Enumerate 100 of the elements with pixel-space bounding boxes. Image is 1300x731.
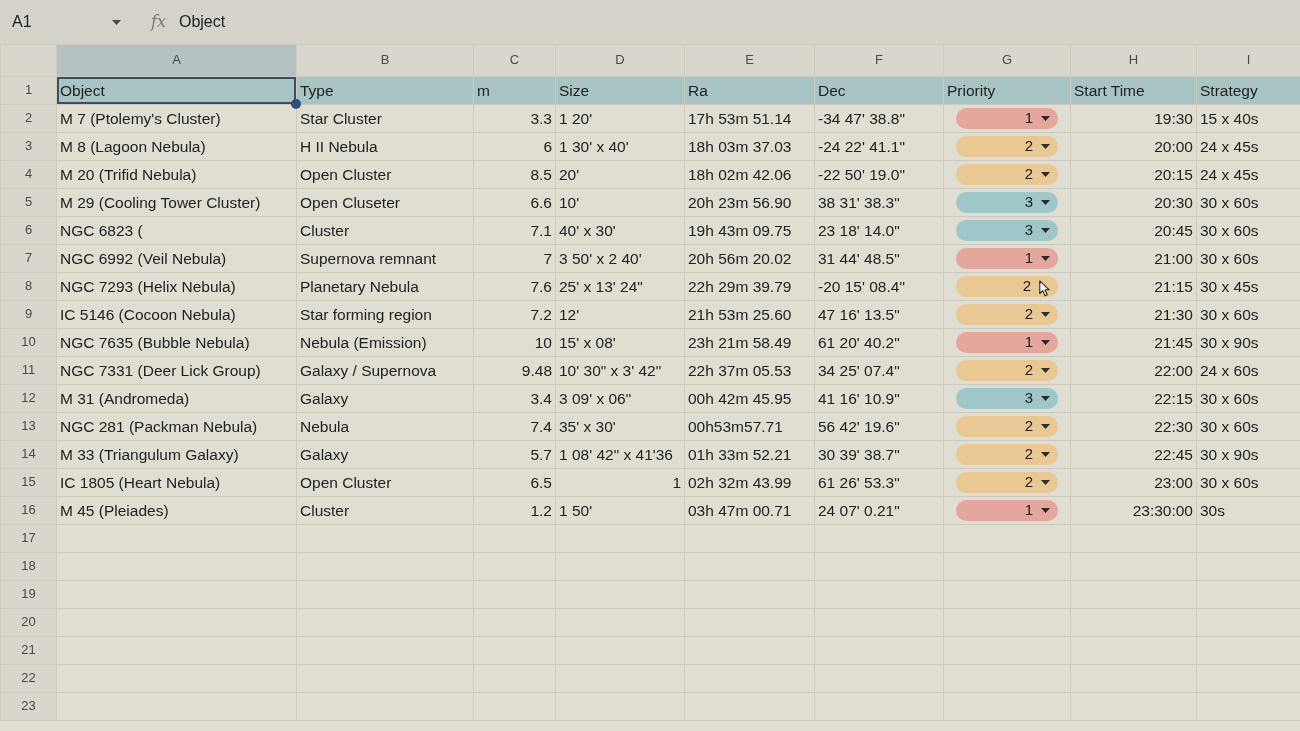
table-cell: 3.3 [473,104,556,133]
table-cell: -20 15' 08.4" [814,272,944,301]
row-number[interactable]: 14 [0,440,57,469]
caret-icon[interactable] [112,19,121,25]
name-box[interactable]: A1 [12,10,32,34]
priority-dropdown[interactable]: 1 [956,332,1058,353]
table-cell: 31 44' 48.5" [814,244,944,273]
table-cell: -24 22' 41.1" [814,132,944,161]
column-header[interactable]: F [814,44,944,77]
row-number[interactable]: 10 [0,328,57,357]
row-number[interactable]: 7 [0,244,57,273]
row-number[interactable]: 6 [0,216,57,245]
table-cell: 21:45 [1070,328,1197,357]
table-cell: M 20 (Trifid Nebula) [56,160,297,189]
priority-dropdown[interactable]: 2 [956,136,1058,157]
table-cell: 20:00 [1070,132,1197,161]
row-number[interactable]: 22 [0,664,57,693]
priority-dropdown[interactable]: 2 [956,304,1058,325]
table-cell: 02h 32m 43.99 [684,468,815,497]
row-number[interactable]: 8 [0,272,57,301]
fill-handle-icon[interactable] [291,99,301,109]
table-cell: -34 47' 38.8" [814,104,944,133]
row-number[interactable]: 9 [0,300,57,329]
priority-dropdown[interactable]: 1 [956,500,1058,521]
column-header[interactable]: E [684,44,815,77]
column-header[interactable]: I [1196,44,1300,77]
priority-dropdown[interactable]: 2 [956,276,1058,297]
table-cell: 21:00 [1070,244,1197,273]
table-cell: NGC 7635 (Bubble Nebula) [56,328,297,357]
priority-dropdown[interactable]: 2 [956,360,1058,381]
priority-dropdown[interactable]: 3 [956,192,1058,213]
column-header[interactable]: A [56,44,297,77]
table-cell: Strategy [1196,76,1300,105]
priority-dropdown[interactable]: 1 [956,108,1058,129]
table-cell: 21:15 [1070,272,1197,301]
table-cell: 1 08' 42" x 41'36 [555,440,685,469]
table-cell: Priority [943,76,1071,105]
row-number[interactable]: 23 [0,692,57,721]
table-cell: 1 [555,468,685,497]
table-cell: 7 [473,244,556,273]
table-cell: 20:15 [1070,160,1197,189]
table-cell: 22h 29m 39.79 [684,272,815,301]
column-header[interactable]: D [555,44,685,77]
table-cell: IC 5146 (Cocoon Nebula) [56,300,297,329]
column-header[interactable]: B [296,44,474,77]
table-cell: 21h 53m 25.60 [684,300,815,329]
row-number[interactable]: 1 [0,76,57,105]
table-cell: 7.4 [473,412,556,441]
table-cell: 34 25' 07.4" [814,356,944,385]
row-number[interactable]: 13 [0,412,57,441]
table-cell: Nebula (Emission) [296,328,474,357]
table-cell: 19h 43m 09.75 [684,216,815,245]
row-number[interactable]: 19 [0,580,57,609]
table-cell: Size [555,76,685,105]
row-number[interactable]: 5 [0,188,57,217]
table-cell: 23 18' 14.0" [814,216,944,245]
priority-dropdown[interactable]: 3 [956,388,1058,409]
table-cell: 40' x 30' [555,216,685,245]
table-cell: 19:30 [1070,104,1197,133]
row-number[interactable]: 20 [0,608,57,637]
row-number[interactable]: 18 [0,552,57,581]
column-header[interactable]: H [1070,44,1197,77]
table-cell: IC 1805 (Heart Nebula) [56,468,297,497]
table-cell: 7.2 [473,300,556,329]
table-cell: 20:45 [1070,216,1197,245]
table-cell: H II Nebula [296,132,474,161]
row-number[interactable]: 15 [0,468,57,497]
function-symbol: fx [151,11,166,33]
table-cell: Galaxy [296,384,474,413]
column-header[interactable]: G [943,44,1071,77]
table-cell: 47 16' 13.5" [814,300,944,329]
table-cell: 22:00 [1070,356,1197,385]
row-number[interactable]: 2 [0,104,57,133]
priority-dropdown[interactable]: 2 [956,444,1058,465]
table-cell: 6.5 [473,468,556,497]
table-cell: 00h 42m 45.95 [684,384,815,413]
table-cell: 22:45 [1070,440,1197,469]
formula-input[interactable]: Object [178,10,226,34]
table-cell: 18h 02m 42.06 [684,160,815,189]
priority-dropdown[interactable]: 1 [956,248,1058,269]
row-number[interactable]: 4 [0,160,57,189]
table-cell: 12' [555,300,685,329]
priority-dropdown[interactable]: 2 [956,164,1058,185]
column-header[interactable]: C [473,44,556,77]
row-number[interactable]: 11 [0,356,57,385]
priority-dropdown[interactable]: 2 [956,472,1058,493]
table-cell: 3.4 [473,384,556,413]
table-cell: M 29 (Cooling Tower Cluster) [56,188,297,217]
row-number[interactable]: 3 [0,132,57,161]
table-cell: 7.6 [473,272,556,301]
table-cell: M 8 (Lagoon Nebula) [56,132,297,161]
table-cell: 3 50' x 2 40' [555,244,685,273]
priority-dropdown[interactable]: 3 [956,220,1058,241]
row-number[interactable]: 17 [0,524,57,553]
priority-dropdown[interactable]: 2 [956,416,1058,437]
table-cell: Supernova remnant [296,244,474,273]
row-number[interactable]: 12 [0,384,57,413]
row-number[interactable]: 21 [0,636,57,665]
table-cell: Start Time [1070,76,1197,105]
row-number[interactable]: 16 [0,496,57,525]
